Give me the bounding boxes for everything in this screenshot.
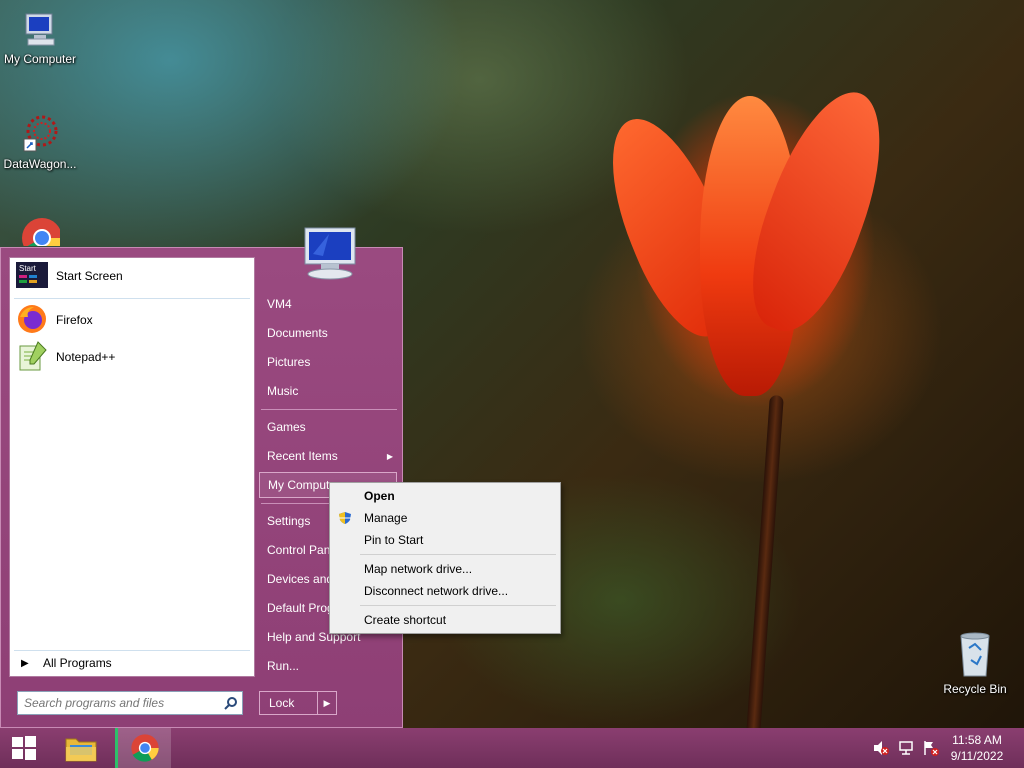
ctx-item-map-network-drive[interactable]: Map network drive... <box>332 558 558 580</box>
chrome-icon <box>20 216 60 246</box>
start-menu-item-label: Start Screen <box>56 269 123 283</box>
right-item-label: Devices and <box>267 572 334 586</box>
svg-text:Start: Start <box>19 264 37 273</box>
firefox-icon <box>16 303 48 338</box>
start-button[interactable] <box>0 728 48 768</box>
volume-muted-icon <box>874 741 889 755</box>
right-item-label: Recent Items <box>267 449 338 463</box>
taskbar: 11:58 AM 9/11/2022 <box>0 728 1024 768</box>
folder-icon <box>65 738 97 762</box>
lock-options-arrow-icon[interactable]: ▶ <box>318 692 336 714</box>
start-menu-search[interactable] <box>17 691 243 715</box>
ctx-item-label: Open <box>364 489 395 503</box>
start-menu-right-games[interactable]: Games <box>259 414 397 440</box>
submenu-arrow-icon: ▶ <box>386 451 393 461</box>
start-menu-item-start-screen[interactable]: Start Start Screen <box>16 260 123 292</box>
tray-action-center[interactable] <box>920 728 942 768</box>
right-item-label: Games <box>267 420 306 434</box>
start-menu-item-notepadpp[interactable]: Notepad++ <box>16 340 116 375</box>
start-menu-right-recent-items[interactable]: Recent Items ▶ <box>259 443 397 469</box>
right-item-label: Control Pan <box>267 543 331 557</box>
desktop-icon-label: Recycle Bin <box>943 682 1007 696</box>
ctx-item-label: Disconnect network drive... <box>364 584 509 598</box>
right-item-label: VM4 <box>267 297 292 311</box>
start-menu-item-firefox[interactable]: Firefox <box>16 304 93 336</box>
search-icon[interactable] <box>220 696 242 710</box>
start-menu-separator <box>14 298 250 299</box>
context-menu: Open Manage Pin to Start Map network dri… <box>329 482 561 634</box>
right-item-label: Documents <box>267 326 328 340</box>
lock-button[interactable]: Lock ▶ <box>259 691 337 715</box>
ctx-item-manage[interactable]: Manage <box>332 507 558 529</box>
tray-volume-muted[interactable] <box>870 728 892 768</box>
wallpaper-flower-stem <box>746 394 784 736</box>
ctx-item-label: Create shortcut <box>364 613 447 627</box>
desktop-icon-label: DataWagon... <box>3 157 77 171</box>
right-item-label: Pictures <box>267 355 311 369</box>
ctx-item-label: Map network drive... <box>364 562 473 576</box>
chrome-icon <box>130 734 159 762</box>
uac-shield-icon <box>338 511 352 528</box>
taskbar-chrome[interactable] <box>115 728 171 768</box>
right-item-label: Music <box>267 384 299 398</box>
taskbar-clock[interactable]: 11:58 AM 9/11/2022 <box>942 732 1012 764</box>
start-menu-item-label: Firefox <box>56 313 93 327</box>
lock-button-label[interactable]: Lock <box>260 692 318 714</box>
right-item-label: Default Prog <box>267 601 334 615</box>
desktop-icon-label: My Computer <box>3 52 77 66</box>
all-programs-label: All Programs <box>43 656 112 670</box>
ctx-item-pin-to-start[interactable]: Pin to Start <box>332 529 558 551</box>
start-menu-right-pictures[interactable]: Pictures <box>259 349 397 375</box>
tray-network[interactable] <box>896 728 918 768</box>
start-menu-right-music[interactable]: Music <box>259 378 397 404</box>
start-menu-item-label: Notepad++ <box>56 350 116 364</box>
right-item-label: Settings <box>267 514 311 528</box>
start-menu-program-list: Start Start Screen Firefox Notepad++ <box>9 257 255 677</box>
ctx-item-label: Manage <box>364 511 408 525</box>
user-picture[interactable] <box>297 224 359 287</box>
notepadpp-icon <box>16 340 48 375</box>
desktop-icon-recycle-bin[interactable]: Recycle Bin <box>935 630 1015 696</box>
triangle-right-icon: ▶ <box>21 657 29 669</box>
desktop-icon-datawagon[interactable]: DataWagon... <box>0 113 80 171</box>
taskbar-file-explorer[interactable] <box>58 728 104 768</box>
flag-error-icon <box>924 741 939 756</box>
start-screen-icon: Start <box>16 261 48 291</box>
computer-icon <box>304 227 356 280</box>
clock-time: 11:58 AM <box>952 733 1002 747</box>
search-input[interactable] <box>18 696 220 710</box>
start-menu-right-vm4[interactable]: VM4 <box>259 291 397 317</box>
ctx-item-label: Pin to Start <box>364 533 424 547</box>
ctx-item-disconnect-network-drive[interactable]: Disconnect network drive... <box>332 580 558 602</box>
right-pane-separator <box>261 409 397 410</box>
recycle-bin-icon <box>955 630 995 680</box>
right-item-label: My Comput <box>268 478 330 492</box>
ctx-separator <box>360 605 556 606</box>
datawagon-icon <box>20 113 60 155</box>
desktop-icon-my-computer[interactable]: My Computer <box>0 10 80 66</box>
ctx-separator <box>360 554 556 555</box>
right-item-label: Run... <box>267 659 300 673</box>
clock-date: 9/11/2022 <box>950 749 1004 763</box>
desktop-icon-chrome[interactable] <box>0 216 80 248</box>
ctx-item-open[interactable]: Open <box>332 485 558 507</box>
network-icon <box>899 741 913 755</box>
computer-icon <box>20 10 60 50</box>
all-programs-button[interactable]: ▶ All Programs <box>9 648 253 678</box>
start-menu-right-documents[interactable]: Documents <box>259 320 397 346</box>
ctx-item-create-shortcut[interactable]: Create shortcut <box>332 609 558 631</box>
start-menu-right-run[interactable]: Run... <box>259 653 397 679</box>
windows-logo-icon <box>12 736 36 760</box>
